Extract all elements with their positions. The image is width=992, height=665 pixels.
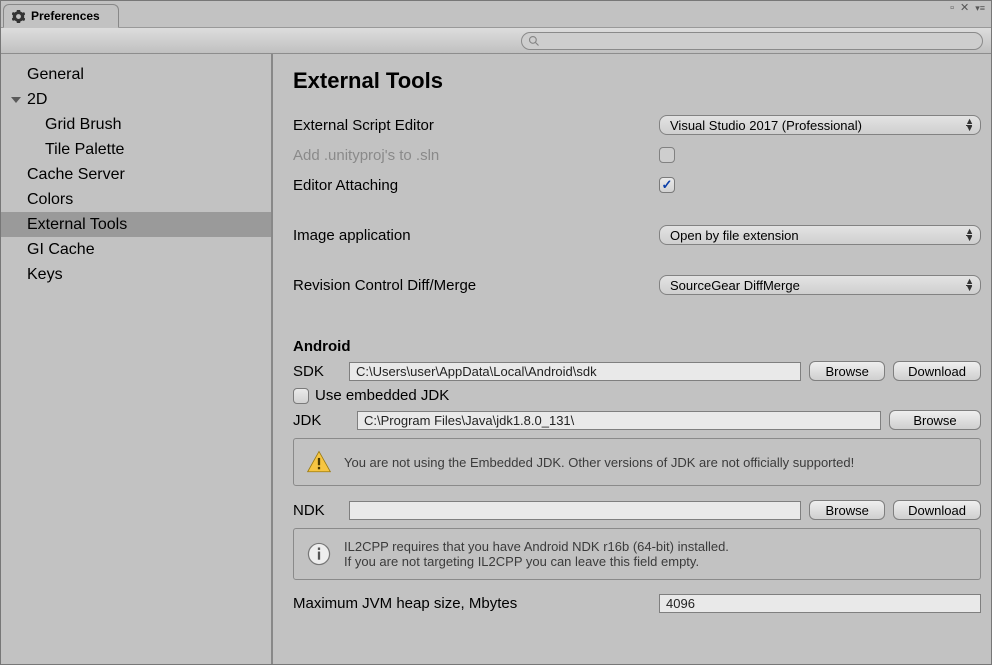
- row-add-unityproj: Add .unityproj's to .sln: [293, 142, 981, 168]
- window-menu-icon[interactable]: ▾≡: [975, 3, 985, 14]
- sidebar-item-cache-server[interactable]: Cache Server: [1, 162, 271, 187]
- row-use-embedded-jdk: Use embedded JDK: [293, 387, 981, 404]
- warning-icon: [306, 449, 332, 475]
- window-close-icon[interactable]: ✕: [960, 3, 969, 14]
- label-sdk: SDK: [293, 363, 341, 380]
- dropdown-external-script-editor[interactable]: Visual Studio 2017 (Professional) ▲▼: [659, 115, 981, 135]
- body: General 2D Grid Brush Tile Palette Cache…: [1, 54, 991, 664]
- label-add-unityproj: Add .unityproj's to .sln: [293, 147, 659, 164]
- checkbox-add-unityproj: [659, 147, 675, 163]
- download-ndk-button[interactable]: Download: [893, 500, 981, 520]
- chevron-down-icon[interactable]: [11, 97, 21, 103]
- sidebar-item-general[interactable]: General: [1, 62, 271, 87]
- sidebar-item-2d[interactable]: 2D: [1, 87, 271, 112]
- input-sdk-path[interactable]: [349, 362, 801, 381]
- updown-icon: ▲▼: [965, 118, 974, 132]
- ndk-info-line2: If you are not targeting IL2CPP you can …: [344, 554, 729, 569]
- label-revision-control: Revision Control Diff/Merge: [293, 277, 659, 294]
- sidebar-item-grid-brush[interactable]: Grid Brush: [1, 112, 271, 137]
- search-box[interactable]: [521, 32, 983, 50]
- browse-jdk-button[interactable]: Browse: [889, 410, 981, 430]
- checkbox-use-embedded-jdk[interactable]: [293, 388, 309, 404]
- label-ndk: NDK: [293, 502, 341, 519]
- sidebar-item-colors[interactable]: Colors: [1, 187, 271, 212]
- sidebar-item-label: External Tools: [27, 212, 127, 237]
- row-external-script-editor: External Script Editor Visual Studio 201…: [293, 112, 981, 138]
- label-jdk: JDK: [293, 412, 341, 429]
- input-heap-size[interactable]: [659, 594, 981, 613]
- jdk-warning-box: You are not using the Embedded JDK. Othe…: [293, 438, 981, 486]
- sidebar-item-label: Grid Brush: [45, 112, 121, 137]
- dropdown-value: SourceGear DiffMerge: [670, 278, 800, 293]
- row-editor-attaching: Editor Attaching: [293, 172, 981, 198]
- sidebar: General 2D Grid Brush Tile Palette Cache…: [1, 54, 273, 664]
- sidebar-item-keys[interactable]: Keys: [1, 262, 271, 287]
- row-image-application: Image application Open by file extension…: [293, 222, 981, 248]
- ndk-info-line1: IL2CPP requires that you have Android ND…: [344, 539, 729, 554]
- updown-icon: ▲▼: [965, 278, 974, 292]
- sidebar-item-label: GI Cache: [27, 237, 95, 262]
- info-icon: [306, 541, 332, 567]
- dropdown-value: Visual Studio 2017 (Professional): [670, 118, 862, 133]
- tab-title: Preferences: [31, 9, 100, 23]
- sidebar-item-label: Colors: [27, 187, 73, 212]
- row-revision-control: Revision Control Diff/Merge SourceGear D…: [293, 272, 981, 298]
- search-input[interactable]: [544, 35, 976, 47]
- updown-icon: ▲▼: [965, 228, 974, 242]
- gear-icon: [12, 10, 25, 23]
- dropdown-image-application[interactable]: Open by file extension ▲▼: [659, 225, 981, 245]
- input-ndk-path[interactable]: [349, 501, 801, 520]
- label-heap-size: Maximum JVM heap size, Mbytes: [293, 595, 659, 612]
- input-jdk-path[interactable]: [357, 411, 881, 430]
- dropdown-value: Open by file extension: [670, 228, 799, 243]
- label-image-application: Image application: [293, 227, 659, 244]
- sidebar-item-tile-palette[interactable]: Tile Palette: [1, 137, 271, 162]
- download-sdk-button[interactable]: Download: [893, 361, 981, 381]
- window-tab[interactable]: Preferences: [3, 4, 119, 28]
- window-collapse-icon[interactable]: ▫: [950, 3, 954, 14]
- sidebar-item-label: 2D: [27, 87, 47, 112]
- window-controls: ▫ ✕ ▾≡: [950, 3, 985, 14]
- row-heap-size: Maximum JVM heap size, Mbytes: [293, 594, 981, 613]
- sidebar-item-external-tools[interactable]: External Tools: [1, 212, 271, 237]
- label-external-script-editor: External Script Editor: [293, 117, 659, 134]
- preferences-window: Preferences ▫ ✕ ▾≡ General 2D Grid Brush…: [0, 0, 992, 665]
- row-sdk: SDK Browse Download: [293, 361, 981, 381]
- checkbox-editor-attaching[interactable]: [659, 177, 675, 193]
- row-jdk: JDK Browse: [293, 410, 981, 430]
- sidebar-item-gi-cache[interactable]: GI Cache: [1, 237, 271, 262]
- browse-sdk-button[interactable]: Browse: [809, 361, 885, 381]
- toolbar: [1, 28, 991, 54]
- browse-ndk-button[interactable]: Browse: [809, 500, 885, 520]
- sidebar-item-label: Tile Palette: [45, 137, 124, 162]
- row-ndk: NDK Browse Download: [293, 500, 981, 520]
- label-use-embedded-jdk: Use embedded JDK: [315, 387, 449, 404]
- titlebar: Preferences ▫ ✕ ▾≡: [1, 1, 991, 28]
- label-editor-attaching: Editor Attaching: [293, 177, 659, 194]
- sidebar-item-label: Keys: [27, 262, 63, 287]
- sidebar-item-label: Cache Server: [27, 162, 125, 187]
- section-android-heading: Android: [293, 338, 981, 355]
- ndk-info-text: IL2CPP requires that you have Android ND…: [344, 539, 729, 569]
- jdk-warning-text: You are not using the Embedded JDK. Othe…: [344, 455, 854, 470]
- sidebar-item-label: General: [27, 62, 84, 87]
- page-title: External Tools: [293, 68, 981, 94]
- ndk-info-box: IL2CPP requires that you have Android ND…: [293, 528, 981, 580]
- search-icon: [528, 35, 540, 47]
- dropdown-revision-control[interactable]: SourceGear DiffMerge ▲▼: [659, 275, 981, 295]
- main-panel: External Tools External Script Editor Vi…: [273, 54, 991, 664]
